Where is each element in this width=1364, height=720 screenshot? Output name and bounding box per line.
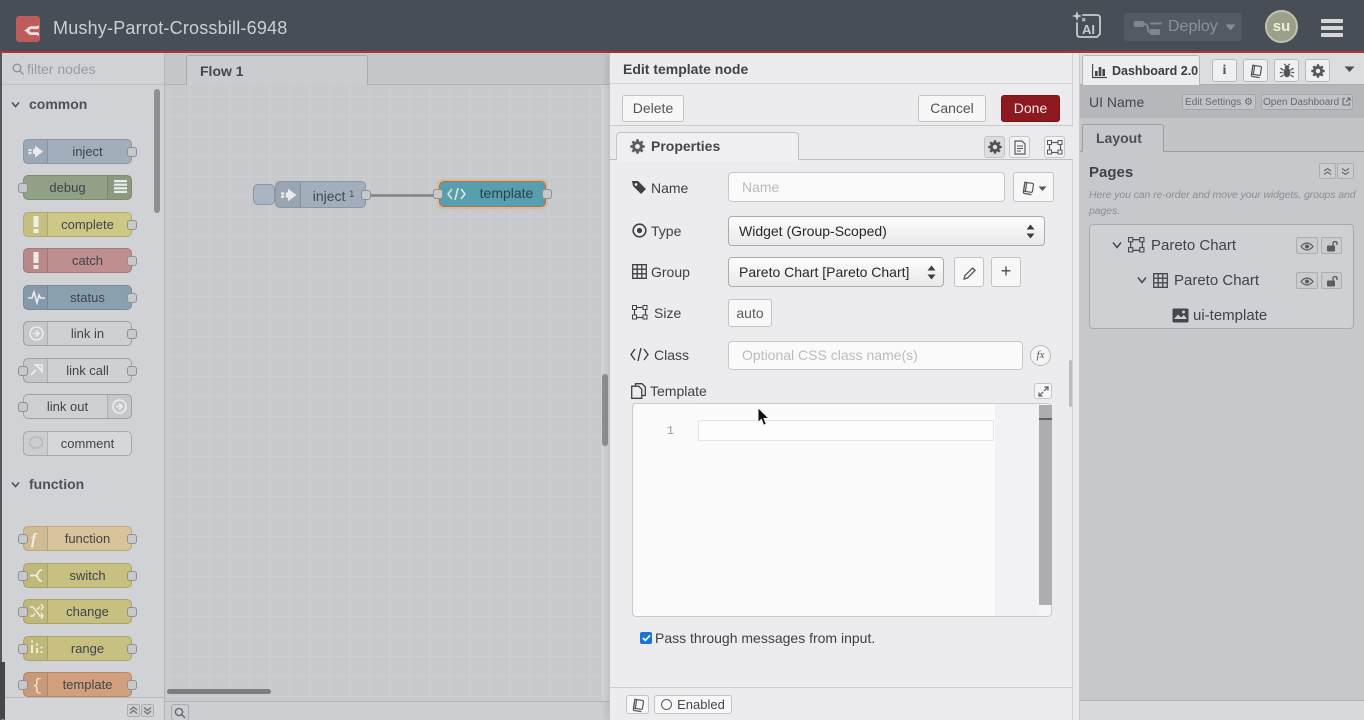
- svg-text:AI: AI: [1082, 22, 1095, 37]
